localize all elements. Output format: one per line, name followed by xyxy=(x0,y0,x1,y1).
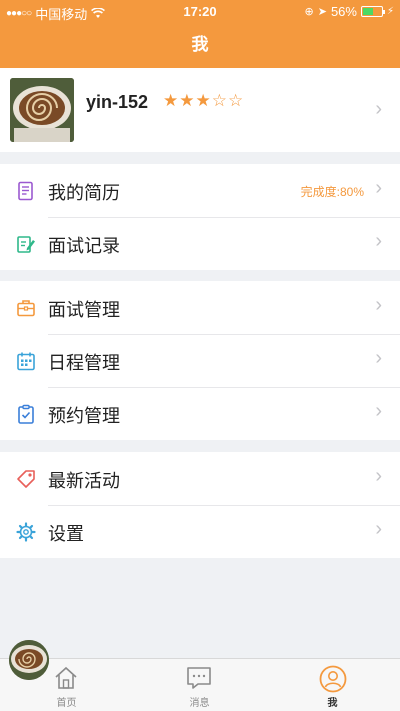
tag-icon xyxy=(17,470,35,488)
charging-icon: ⚡ xyxy=(386,6,394,17)
menu-item-label: 预约管理 xyxy=(48,406,120,426)
resume-icon xyxy=(18,181,33,201)
tab-label: 消息 xyxy=(189,698,210,709)
menu-item-label: 面试记录 xyxy=(48,236,120,256)
username: yin-152 xyxy=(86,92,149,112)
menu-item-interview-records[interactable]: 面试记录 › xyxy=(0,217,400,270)
edit-note-icon xyxy=(17,236,35,253)
coffee-avatar-image xyxy=(9,640,49,680)
profile-card[interactable]: yin-152 ★★★☆☆ › xyxy=(0,68,400,152)
menu-item-label: 我的简历 xyxy=(48,183,120,203)
floating-avatar[interactable] xyxy=(9,640,49,680)
avatar[interactable] xyxy=(10,78,74,142)
battery-icon xyxy=(360,6,385,17)
menu-item-resume[interactable]: 我的简历 完成度:80% › xyxy=(0,164,400,217)
resume-completion: 完成度:80% xyxy=(300,185,364,199)
chevron-right-icon: › xyxy=(375,98,382,120)
chevron-right-icon: › xyxy=(375,347,382,369)
chevron-right-icon: › xyxy=(375,400,382,422)
menu-item-label: 面试管理 xyxy=(48,300,120,320)
chevron-right-icon: › xyxy=(375,465,382,487)
battery-fill xyxy=(362,8,374,15)
status-right: ⊕ ➤ 56% ⚡ xyxy=(305,4,395,19)
menu-item-booking-manage[interactable]: 预约管理 › xyxy=(0,387,400,440)
briefcase-icon xyxy=(17,300,35,317)
clipboard-icon xyxy=(18,404,34,424)
chevron-right-icon: › xyxy=(375,294,382,316)
rating-stars: ★★★☆☆ xyxy=(163,91,245,110)
coffee-avatar-image xyxy=(10,78,74,142)
menu-item-label: 设置 xyxy=(48,524,84,544)
menu-item-interview-manage[interactable]: 面试管理 › xyxy=(0,281,400,334)
group-resume: 我的简历 完成度:80% › 面试记录 › xyxy=(0,164,400,270)
gear-icon xyxy=(16,522,36,542)
menu-item-label: 日程管理 xyxy=(48,353,120,373)
tab-bar: 首页 消息 我 xyxy=(0,658,400,711)
profile-icon xyxy=(319,665,347,693)
menu-item-settings[interactable]: 设置 › xyxy=(0,505,400,558)
chevron-right-icon: › xyxy=(375,177,382,199)
battery-percent: 56% xyxy=(330,4,357,19)
tab-label: 我 xyxy=(327,698,338,709)
group-management: 面试管理 › 日程管理 › 预约管理 › xyxy=(0,281,400,440)
chevron-right-icon: › xyxy=(375,518,382,540)
tab-label: 首页 xyxy=(56,698,77,709)
home-icon xyxy=(55,666,77,689)
tab-me[interactable]: 我 xyxy=(266,659,399,711)
tab-messages[interactable]: 消息 xyxy=(133,659,266,711)
nav-title: 我 xyxy=(0,22,400,68)
chevron-right-icon: › xyxy=(375,230,382,252)
menu-item-latest-activity[interactable]: 最新活动 › xyxy=(0,452,400,505)
status-bar: ●●●○○ 中国移动 17:20 ⊕ ➤ 56% ⚡ xyxy=(0,0,400,22)
location-icon: ➤ xyxy=(317,6,327,18)
menu-item-schedule-manage[interactable]: 日程管理 › xyxy=(0,334,400,387)
message-icon xyxy=(187,667,211,689)
rotation-lock-icon: ⊕ xyxy=(304,6,314,18)
group-misc: 最新活动 › 设置 › xyxy=(0,452,400,558)
calendar-icon xyxy=(17,352,35,371)
menu-item-label: 最新活动 xyxy=(48,471,120,491)
